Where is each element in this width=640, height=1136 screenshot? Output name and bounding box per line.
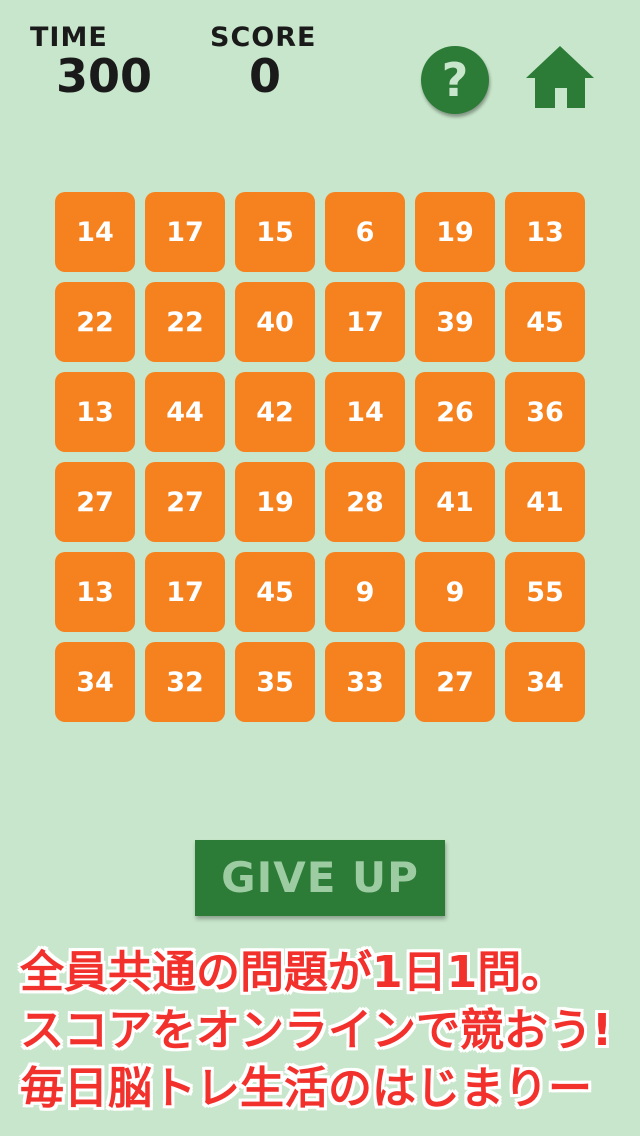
promo-line-1: 全員共通の問題が1日1問。 [20, 947, 566, 998]
score-display: SCORE 0 [210, 22, 320, 103]
help-button[interactable]: ? [421, 46, 489, 114]
number-tile[interactable]: 9 [325, 552, 405, 632]
number-tile[interactable]: 6 [325, 192, 405, 272]
number-tile[interactable]: 14 [325, 372, 405, 452]
give-up-button[interactable]: GIVE UP [195, 840, 445, 916]
number-tile[interactable]: 13 [55, 552, 135, 632]
number-tile[interactable]: 32 [145, 642, 225, 722]
time-value: 300 [56, 49, 153, 103]
number-grid: 14 17 15 6 19 13 22 22 40 17 39 45 13 44 42 14 26 36 27 27 1… [55, 192, 585, 722]
number-tile[interactable]: 13 [55, 372, 135, 452]
number-tile[interactable]: 27 [55, 462, 135, 542]
number-tile[interactable]: 36 [505, 372, 585, 452]
question-mark-icon: ? [441, 53, 469, 107]
promo-line-2: スコアをオンラインで競おう! [20, 1005, 613, 1056]
number-tile[interactable]: 17 [145, 552, 225, 632]
number-tile[interactable]: 13 [505, 192, 585, 272]
number-tile[interactable]: 44 [145, 372, 225, 452]
number-tile[interactable]: 17 [325, 282, 405, 362]
number-tile[interactable]: 22 [145, 282, 225, 362]
number-tile[interactable]: 40 [235, 282, 315, 362]
number-tile[interactable]: 27 [145, 462, 225, 542]
number-tile[interactable]: 19 [235, 462, 315, 542]
number-tile[interactable]: 27 [415, 642, 495, 722]
number-tile[interactable]: 28 [325, 462, 405, 542]
home-button[interactable] [524, 44, 596, 110]
promo-text: 全員共通の問題が1日1問。 スコアをオンラインで競おう! 毎日脳トレ生活のはじま… [20, 944, 630, 1118]
number-tile[interactable]: 33 [325, 642, 405, 722]
number-tile[interactable]: 15 [235, 192, 315, 272]
number-tile[interactable]: 45 [235, 552, 315, 632]
number-tile[interactable]: 55 [505, 552, 585, 632]
number-tile[interactable]: 35 [235, 642, 315, 722]
number-tile[interactable]: 14 [55, 192, 135, 272]
number-tile[interactable]: 41 [505, 462, 585, 542]
number-tile[interactable]: 22 [55, 282, 135, 362]
number-tile[interactable]: 19 [415, 192, 495, 272]
number-tile[interactable]: 45 [505, 282, 585, 362]
promo-line-3: 毎日脳トレ生活のはじまりー [20, 1063, 592, 1114]
home-icon [526, 46, 594, 108]
number-tile[interactable]: 42 [235, 372, 315, 452]
number-tile[interactable]: 39 [415, 282, 495, 362]
time-display: TIME 300 [30, 22, 160, 103]
number-tile[interactable]: 34 [505, 642, 585, 722]
number-tile[interactable]: 17 [145, 192, 225, 272]
number-tile[interactable]: 34 [55, 642, 135, 722]
number-tile[interactable]: 9 [415, 552, 495, 632]
score-value: 0 [248, 49, 281, 103]
number-tile[interactable]: 41 [415, 462, 495, 542]
number-tile[interactable]: 26 [415, 372, 495, 452]
